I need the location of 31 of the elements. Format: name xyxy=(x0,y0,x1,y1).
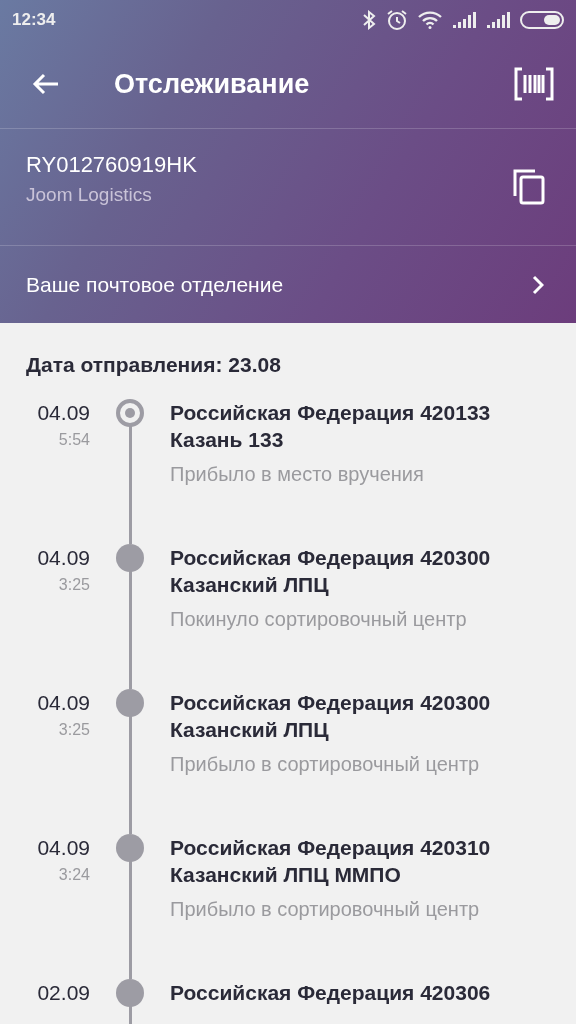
event-date: 04.09 xyxy=(37,546,90,570)
event-status: Прибыло в место вручения xyxy=(170,463,425,486)
event-location: Российская Федерация 420300 Казанский ЛПЦ xyxy=(170,690,492,743)
post-office-link[interactable]: Ваше почтовое отделение xyxy=(0,246,576,323)
event-time: 3:25 xyxy=(58,721,90,739)
event-date: 04.09 xyxy=(37,401,90,425)
wifi-icon xyxy=(418,11,442,29)
event-location: Российская Федерация 420310 Казанский ЛПЦ ММПО xyxy=(170,835,492,888)
event-date: 04.09 xyxy=(37,691,90,715)
event-location: Российская Федерация 420306 xyxy=(170,980,492,1006)
event-status: Прибыло в сортировочный центр xyxy=(170,898,481,921)
event-date: 02.09 xyxy=(37,981,90,1005)
event-location: Российская Федерация 420300 Казанский ЛПЦ xyxy=(170,545,492,598)
signal-icon xyxy=(486,11,510,29)
tracking-number: RY012760919HK xyxy=(26,152,198,178)
battery-icon xyxy=(520,11,564,29)
event-location: Российская Федерация 420133 Казань 133 xyxy=(170,400,492,453)
alarm-icon xyxy=(386,9,408,31)
event-status: Прибыло в сортировочный центр xyxy=(170,753,481,776)
event-time: 3:25 xyxy=(58,576,90,594)
page-title: Отслеживание xyxy=(114,68,311,100)
event-status: Покинуло сортировочный центр xyxy=(170,608,468,631)
bluetooth-icon xyxy=(362,10,376,30)
status-time: 12:34 xyxy=(12,10,56,30)
event-time: 3:24 xyxy=(58,866,90,884)
carrier-name: Joom Logistics xyxy=(26,184,153,206)
event-date: 04.09 xyxy=(37,836,90,860)
event-time: 5:54 xyxy=(58,431,90,449)
shipping-date: Дата отправления: 23.08 xyxy=(25,352,282,378)
chevron-right-icon xyxy=(532,274,544,295)
signal-icon xyxy=(452,11,476,29)
